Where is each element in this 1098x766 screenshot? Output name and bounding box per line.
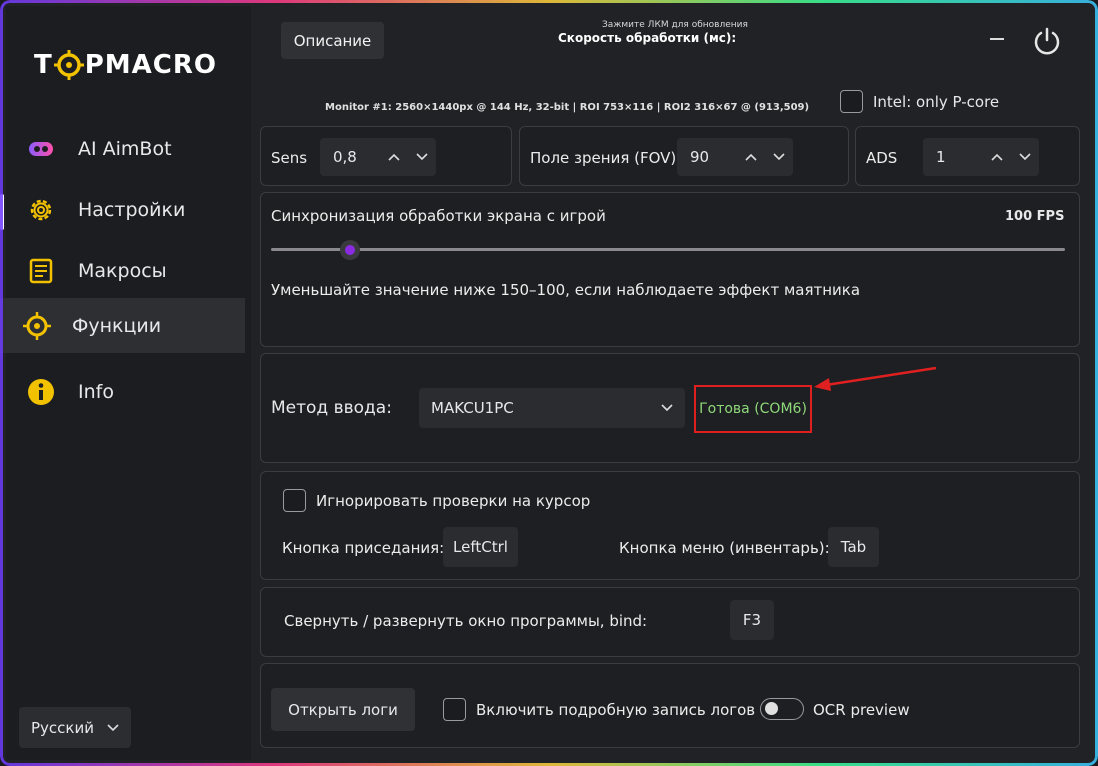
language-value: Русский xyxy=(31,718,94,737)
arrow-down-icon[interactable] xyxy=(765,153,793,161)
description-button[interactable]: Описание xyxy=(281,22,384,59)
input-method-label: Метод ввода: xyxy=(271,398,392,418)
refresh-hint: Зажмите ЛКМ для обновления xyxy=(602,20,748,30)
checkbox-box[interactable] xyxy=(283,489,306,512)
arrow-down-icon[interactable] xyxy=(408,153,436,161)
minimize-button[interactable] xyxy=(990,38,1004,40)
sync-hint: Уменьшайте значение ниже 150–100, если н… xyxy=(271,281,861,299)
sidebar-item-macros[interactable]: Макросы xyxy=(0,243,245,298)
monitor-info: Monitor #1: 2560×1440px @ 144 Hz, 32-bit… xyxy=(325,102,810,113)
language-select[interactable]: Русский xyxy=(19,707,131,748)
ignore-cursor-label: Игнорировать проверки на курсор xyxy=(316,491,591,510)
cursor-card xyxy=(260,471,1080,580)
ocr-preview-toggle[interactable] xyxy=(760,698,804,720)
sens-value[interactable]: 0,8 xyxy=(320,148,380,166)
ads-value[interactable]: 1 xyxy=(923,148,983,166)
verbose-logs-label: Включить подробную запись логов xyxy=(476,700,756,719)
fov-spinbox[interactable]: 90 xyxy=(677,138,793,176)
speed-label[interactable]: Скорость обработки (мс): xyxy=(558,31,736,45)
fov-value[interactable]: 90 xyxy=(677,148,737,166)
intel-label: Intel: only P-core xyxy=(873,92,1000,111)
fps-value: 100 FPS xyxy=(1005,209,1065,224)
sidebar-item-label: Info xyxy=(78,380,114,403)
checkbox-box[interactable] xyxy=(840,90,863,113)
menu-key-label: Кнопка меню (инвентарь): xyxy=(619,539,830,557)
arrow-up-icon[interactable] xyxy=(380,153,408,161)
info-icon xyxy=(26,377,56,407)
open-logs-button[interactable]: Открыть логи xyxy=(271,688,415,731)
ignore-cursor-checkbox[interactable]: Игнорировать проверки на курсор xyxy=(283,489,590,512)
sidebar-item-info[interactable]: Info xyxy=(0,364,245,419)
active-nav-marker xyxy=(0,194,4,230)
chevron-down-icon xyxy=(107,723,119,731)
arrow-up-icon[interactable] xyxy=(983,153,1011,161)
sidebar-item-label: AI AimBot xyxy=(78,137,172,160)
device-status-highlight: Готова (COM6) xyxy=(694,385,812,433)
fov-label: Поле зрения (FOV) xyxy=(530,149,677,167)
sync-slider-track[interactable] xyxy=(271,248,1065,251)
bind-key-button[interactable]: F3 xyxy=(730,600,774,640)
gamepad-icon xyxy=(26,134,56,164)
checkbox-box[interactable] xyxy=(443,698,466,721)
sidebar-item-aimbot[interactable]: AI AimBot xyxy=(0,121,245,176)
sidebar-item-functions[interactable]: Функции xyxy=(0,298,245,353)
sync-label: Синхронизация обработки экрана с игрой xyxy=(271,207,606,225)
app-logo: T PMACRO xyxy=(34,50,217,80)
ocr-preview-label: OCR preview xyxy=(813,701,910,719)
intel-pcore-checkbox[interactable]: Intel: only P-core xyxy=(840,90,999,113)
sidebar-item-label: Макросы xyxy=(78,259,167,282)
device-status: Готова (COM6) xyxy=(699,401,807,417)
annotation-arrow-icon xyxy=(814,366,937,391)
sidebar-item-label: Функции xyxy=(72,314,162,337)
logo-text-left: T xyxy=(34,50,53,80)
app-window: T PMACRO AI AimBot Настройки Макросы Фун… xyxy=(0,0,1098,766)
sens-spinbox[interactable]: 0,8 xyxy=(320,138,436,176)
chevron-down-icon xyxy=(661,404,673,412)
crosshair-icon xyxy=(22,311,52,341)
ads-label: ADS xyxy=(866,149,898,167)
input-method-select[interactable]: MAKCU1PC xyxy=(419,388,685,428)
arrow-down-icon[interactable] xyxy=(1011,153,1039,161)
ads-spinbox[interactable]: 1 xyxy=(923,138,1039,176)
crouch-key-button[interactable]: LeftCtrl xyxy=(443,527,518,567)
power-icon[interactable] xyxy=(1032,26,1062,56)
logo-target-icon xyxy=(53,50,84,80)
sidebar-item-label: Настройки xyxy=(78,198,186,221)
document-icon xyxy=(26,256,56,286)
menu-key-button[interactable]: Tab xyxy=(828,527,879,567)
bind-label: Свернуть / развернуть окно программы, bi… xyxy=(284,612,648,630)
logo-text-right: PMACRO xyxy=(84,50,218,80)
verbose-logs-checkbox[interactable]: Включить подробную запись логов xyxy=(443,698,755,721)
arrow-up-icon[interactable] xyxy=(737,153,765,161)
input-method-value: MAKCU1PC xyxy=(431,399,514,417)
gear-icon xyxy=(26,195,56,225)
crouch-label: Кнопка приседания: xyxy=(282,539,445,557)
sidebar-item-settings[interactable]: Настройки xyxy=(0,182,245,237)
sens-label: Sens xyxy=(271,149,308,167)
